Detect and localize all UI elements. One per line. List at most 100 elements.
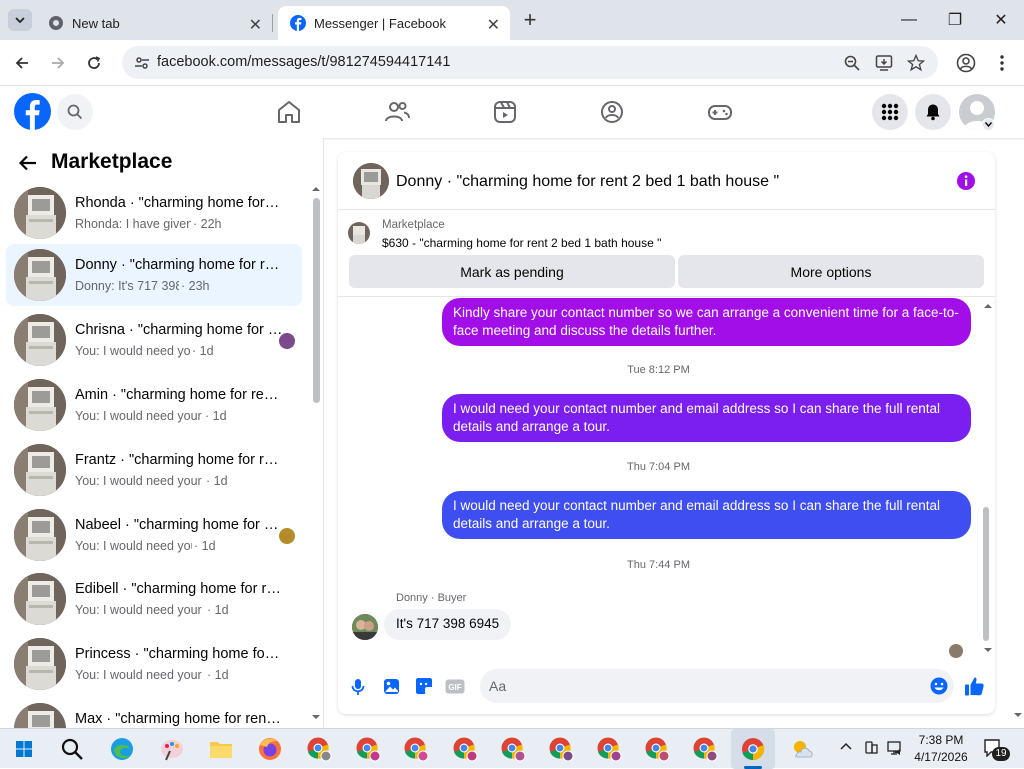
chevron-down-icon xyxy=(985,122,992,127)
clock-time[interactable]: 7:38 PM xyxy=(912,733,970,747)
scroll-up-arrow-icon[interactable] xyxy=(983,303,993,309)
volume-icon[interactable] xyxy=(894,748,902,756)
chat-avatar[interactable] xyxy=(353,163,389,199)
firefox-icon[interactable] xyxy=(256,735,284,763)
account-chevron[interactable] xyxy=(982,118,995,131)
browser-tab-strip: New tab ✕ Messenger | Facebook ✕ + — ❐ ✕ xyxy=(0,0,1024,40)
photo-icon[interactable] xyxy=(383,678,400,695)
chrome-profile-icon[interactable] xyxy=(402,735,430,763)
conversation-row[interactable]: Frantz · "charming home for rent 2 bed 1… xyxy=(6,439,302,501)
listing-photo-icon xyxy=(14,703,66,728)
conversation-time: · 1d xyxy=(206,474,228,488)
sender-avatar[interactable] xyxy=(352,614,378,640)
chevron-up-icon[interactable] xyxy=(840,742,852,750)
conversation-row[interactable]: Amin · "charming home for rent 2 bed 1 b… xyxy=(6,374,302,436)
file-explorer-icon[interactable] xyxy=(207,735,235,763)
conversation-row[interactable]: Nabeel · "charming home for rent 2 bed 1… xyxy=(6,504,302,566)
sent-message-bubble[interactable]: I would need your contact number and ema… xyxy=(442,491,971,539)
install-app-icon[interactable] xyxy=(875,54,893,72)
search-icon[interactable] xyxy=(58,735,86,763)
chrome-profile-icon[interactable] xyxy=(643,735,671,763)
page-scroll-down[interactable] xyxy=(1013,712,1023,718)
windows-start-icon[interactable] xyxy=(10,735,38,763)
chrome-profile-icon[interactable] xyxy=(305,735,333,763)
notifications-button[interactable] xyxy=(915,94,951,130)
maximize-button[interactable]: ❐ xyxy=(943,8,967,32)
minimize-button[interactable]: — xyxy=(897,8,921,32)
reload-button[interactable] xyxy=(82,51,106,75)
chrome-profile-icon[interactable] xyxy=(499,735,527,763)
bookmark-star-icon[interactable] xyxy=(907,54,925,72)
facebook-logo-icon[interactable] xyxy=(14,93,51,130)
weather-icon[interactable] xyxy=(788,735,816,763)
scroll-down-arrow-icon[interactable] xyxy=(311,714,321,720)
conversation-row[interactable]: Rhonda · "charming home for rent 2 bed 1… xyxy=(6,182,302,244)
conversation-preview: Rhonda: I have given xyxy=(75,217,191,231)
profile-button[interactable] xyxy=(954,51,978,75)
scroll-down-arrow-icon[interactable] xyxy=(983,647,993,653)
received-message-bubble[interactable]: It's 717 398 6945 xyxy=(384,609,512,640)
message-input[interactable]: Aa xyxy=(480,669,954,703)
message-scrollbar[interactable] xyxy=(983,507,989,641)
conversation-row[interactable]: Max · "charming home for rent 2 bed 1 ba… xyxy=(6,698,302,728)
close-icon[interactable]: ✕ xyxy=(249,15,262,35)
chrome-profile-icon[interactable] xyxy=(354,735,382,763)
chrome-profile-icon[interactable] xyxy=(547,735,575,763)
microphone-icon[interactable] xyxy=(351,678,365,696)
tab-new-tab[interactable]: New tab ✕ xyxy=(36,6,272,40)
thumbs-up-icon[interactable] xyxy=(964,676,985,697)
panel-title: Marketplace xyxy=(51,150,173,173)
arrow-left-icon[interactable] xyxy=(18,153,38,173)
clock-date[interactable]: 4/17/2026 xyxy=(912,750,970,764)
sticker-icon[interactable] xyxy=(415,677,433,695)
groups-icon[interactable] xyxy=(598,98,626,126)
forward-button[interactable] xyxy=(46,51,70,75)
conversation-row[interactable]: Chrisna · "charming home for rent 2 bed … xyxy=(6,309,302,371)
close-icon[interactable]: ✕ xyxy=(487,15,500,35)
conversation-row[interactable]: Edibell · "charming home for rent 2 bed … xyxy=(6,568,302,630)
info-icon[interactable] xyxy=(956,171,976,191)
conversation-list-scrollbar[interactable] xyxy=(313,198,320,403)
listing-photo-icon xyxy=(14,379,66,431)
tab-separator xyxy=(272,14,273,32)
tab-search-button[interactable] xyxy=(8,9,32,31)
chrome-profile-icon[interactable] xyxy=(691,735,719,763)
conversation-row[interactable]: Princess · "charming home for rent 2 bed… xyxy=(6,633,302,695)
device-icon[interactable] xyxy=(864,741,878,755)
zoom-icon[interactable] xyxy=(844,55,860,71)
chrome-profile-icon[interactable] xyxy=(595,735,623,763)
back-button[interactable] xyxy=(10,51,34,75)
chrome-profile-icon[interactable] xyxy=(451,735,479,763)
chrome-icon[interactable] xyxy=(739,735,767,763)
scroll-down-arrow-icon xyxy=(1014,713,1022,717)
paint-icon[interactable] xyxy=(158,735,186,763)
scroll-up-arrow-icon[interactable] xyxy=(311,186,321,192)
video-icon[interactable] xyxy=(491,98,519,126)
tab-messenger[interactable]: Messenger | Facebook ✕ xyxy=(278,6,510,40)
edge-icon[interactable] xyxy=(108,735,136,763)
profile-icon xyxy=(956,53,976,73)
sent-message-bubble[interactable]: I would need your contact number and ema… xyxy=(442,394,971,442)
site-info-icon[interactable] xyxy=(134,55,150,71)
sent-message-bubble[interactable]: Kindly share your contact number so we c… xyxy=(442,298,971,346)
mark-pending-button[interactable]: Mark as pending xyxy=(349,255,675,288)
new-tab-button[interactable]: + xyxy=(518,7,542,32)
conversation-row[interactable]: Donny · "charming home for rent 2 bed 1 … xyxy=(6,244,302,306)
conversation-avatar xyxy=(14,573,66,625)
emoji-icon[interactable] xyxy=(930,677,948,695)
listing-photo-icon xyxy=(14,314,66,366)
address-bar[interactable]: facebook.com/messages/t/981274594417141 xyxy=(122,46,938,79)
gif-icon[interactable]: GIF xyxy=(445,679,465,694)
more-options-button[interactable]: More options xyxy=(678,255,984,288)
browser-menu-button[interactable] xyxy=(990,51,1014,75)
menu-button[interactable] xyxy=(872,94,908,130)
listing-thumbnail[interactable] xyxy=(348,222,370,244)
conversation-preview: You: I would need your contact nu... xyxy=(75,474,204,488)
listing-title[interactable]: $630 - "charming home for rent 2 bed 1 b… xyxy=(382,236,661,250)
home-icon[interactable] xyxy=(275,98,303,126)
friends-icon[interactable] xyxy=(383,98,411,126)
window-close-button[interactable]: ✕ xyxy=(989,8,1013,32)
search-button[interactable] xyxy=(57,94,93,130)
conversation-preview: Donny: It's 717 398 6945 xyxy=(75,279,179,293)
gaming-icon[interactable] xyxy=(706,98,734,126)
